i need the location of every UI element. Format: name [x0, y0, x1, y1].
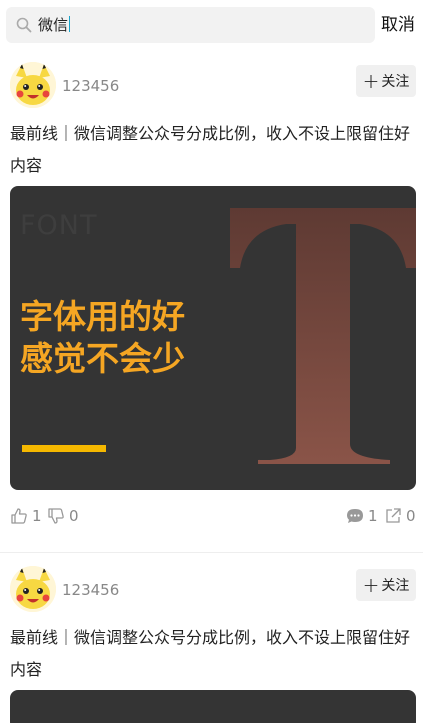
follow-button[interactable]: + 关注	[356, 569, 416, 601]
plus-icon: +	[362, 573, 380, 597]
share-icon	[386, 508, 401, 523]
follow-label: 关注	[381, 74, 410, 90]
dislike-count: 0	[69, 507, 79, 525]
image-headline-line-2: 感觉不会少	[20, 339, 185, 378]
post-title[interactable]: 最前线｜微信调整公众号分成比例，收入不设上限留住好内容	[10, 622, 414, 686]
dislike-button[interactable]: 0	[47, 506, 79, 526]
search-input-value: 微信	[38, 16, 71, 34]
post-image[interactable]: FONT 字体用的好 感觉不会少	[10, 186, 416, 490]
avatar[interactable]	[10, 566, 56, 612]
image-watermark: FONT	[20, 210, 98, 241]
image-headline-line-1: 字体用的好	[20, 297, 185, 336]
comment-button[interactable]: 1	[346, 506, 378, 526]
cancel-button[interactable]: 取消	[381, 13, 415, 37]
follow-label: 关注	[381, 578, 410, 594]
search-icon	[16, 17, 32, 33]
share-count: 0	[406, 507, 416, 525]
search-input[interactable]: 微信	[6, 7, 375, 43]
username[interactable]: 123456	[62, 76, 119, 96]
post-card[interactable]: 123456 + 关注 最前线｜微信调整公众号分成比例，收入不设上限留住好内容	[0, 566, 423, 723]
text-caret	[69, 16, 71, 32]
thumbs-down-icon	[48, 508, 64, 524]
pikachu-avatar-icon	[10, 566, 56, 612]
post-divider	[0, 552, 423, 553]
avatar[interactable]	[10, 62, 56, 108]
search-bar: 微信 取消	[0, 0, 423, 52]
share-button[interactable]: 0	[384, 506, 416, 526]
like-count: 1	[32, 507, 42, 525]
pikachu-avatar-icon	[10, 62, 56, 108]
post-image[interactable]	[10, 690, 416, 723]
post-header: 123456 + 关注	[0, 62, 423, 112]
image-accent-bar	[22, 445, 106, 452]
image-headline: 字体用的好 感觉不会少	[20, 296, 185, 380]
comment-icon	[347, 509, 363, 523]
post-card[interactable]: 123456 + 关注 最前线｜微信调整公众号分成比例，收入不设上限留住好内容 …	[0, 62, 423, 552]
post-title[interactable]: 最前线｜微信调整公众号分成比例，收入不设上限留住好内容	[10, 118, 414, 182]
username[interactable]: 123456	[62, 580, 119, 600]
post-footer: 1 0 1 0	[0, 506, 423, 536]
comment-count: 1	[368, 507, 378, 525]
post-header: 123456 + 关注	[0, 566, 423, 616]
like-button[interactable]: 1	[10, 506, 42, 526]
follow-button[interactable]: + 关注	[356, 65, 416, 97]
plus-icon: +	[362, 69, 380, 93]
thumbs-up-icon	[11, 508, 27, 524]
big-letter-graphic	[210, 208, 416, 464]
